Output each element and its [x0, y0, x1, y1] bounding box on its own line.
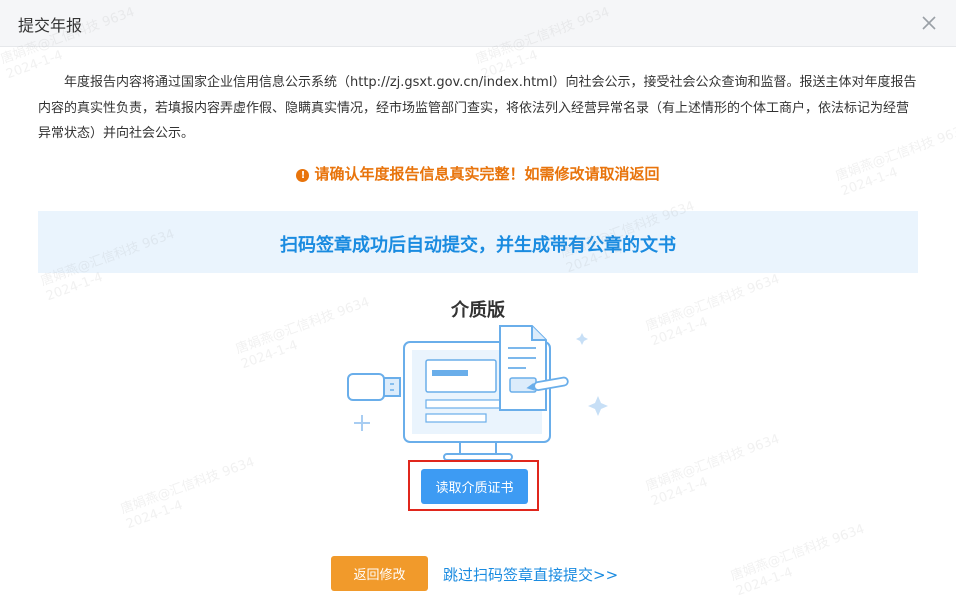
- watermark: 唐娟燕@汇信科技 9634 2024-1-4: [119, 455, 263, 533]
- skip-sign-submit-link[interactable]: 跳过扫码签章直接提交>>: [443, 564, 618, 585]
- watermark: 唐娟燕@汇信科技 9634 2024-1-4: [644, 432, 788, 510]
- exclamation-icon: !: [296, 169, 310, 182]
- watermark-line2: 2024-1-4: [239, 337, 300, 373]
- dialog-header: 提交年报: [0, 0, 956, 47]
- watermark-line1: 唐娟燕@汇信科技 9634: [643, 431, 782, 495]
- watermark: 唐娟燕@汇信科技 9634 2024-1-4: [729, 522, 873, 600]
- banner-text: 扫码签章成功后自动提交，并生成带有公章的文书: [280, 235, 676, 256]
- read-certificate-button[interactable]: 读取介质证书: [421, 469, 528, 504]
- computer-document-usb-illustration: [347, 325, 608, 461]
- watermark-line1: 唐娟燕@汇信科技 9634: [728, 521, 867, 585]
- watermark-line2: 2024-1-4: [649, 474, 710, 510]
- close-icon[interactable]: [920, 14, 938, 32]
- notice-text: 年度报告内容将通过国家企业信用信息公示系统（http://zj.gsxt.gov…: [38, 75, 917, 141]
- warning-text: 请确认年度报告信息真实完整！如需修改请取消返回: [314, 165, 660, 183]
- info-banner: 扫码签章成功后自动提交，并生成带有公章的文书: [38, 211, 918, 273]
- back-edit-button[interactable]: 返回修改: [331, 556, 428, 591]
- warning-message: ! 请确认年度报告信息真实完整！如需修改请取消返回: [0, 163, 956, 184]
- watermark-line2: 2024-1-4: [734, 564, 795, 600]
- dialog-title: 提交年报: [18, 16, 83, 35]
- watermark-line1: 唐娟燕@汇信科技 9634: [118, 454, 257, 518]
- watermark-line2: 2024-1-4: [124, 497, 185, 533]
